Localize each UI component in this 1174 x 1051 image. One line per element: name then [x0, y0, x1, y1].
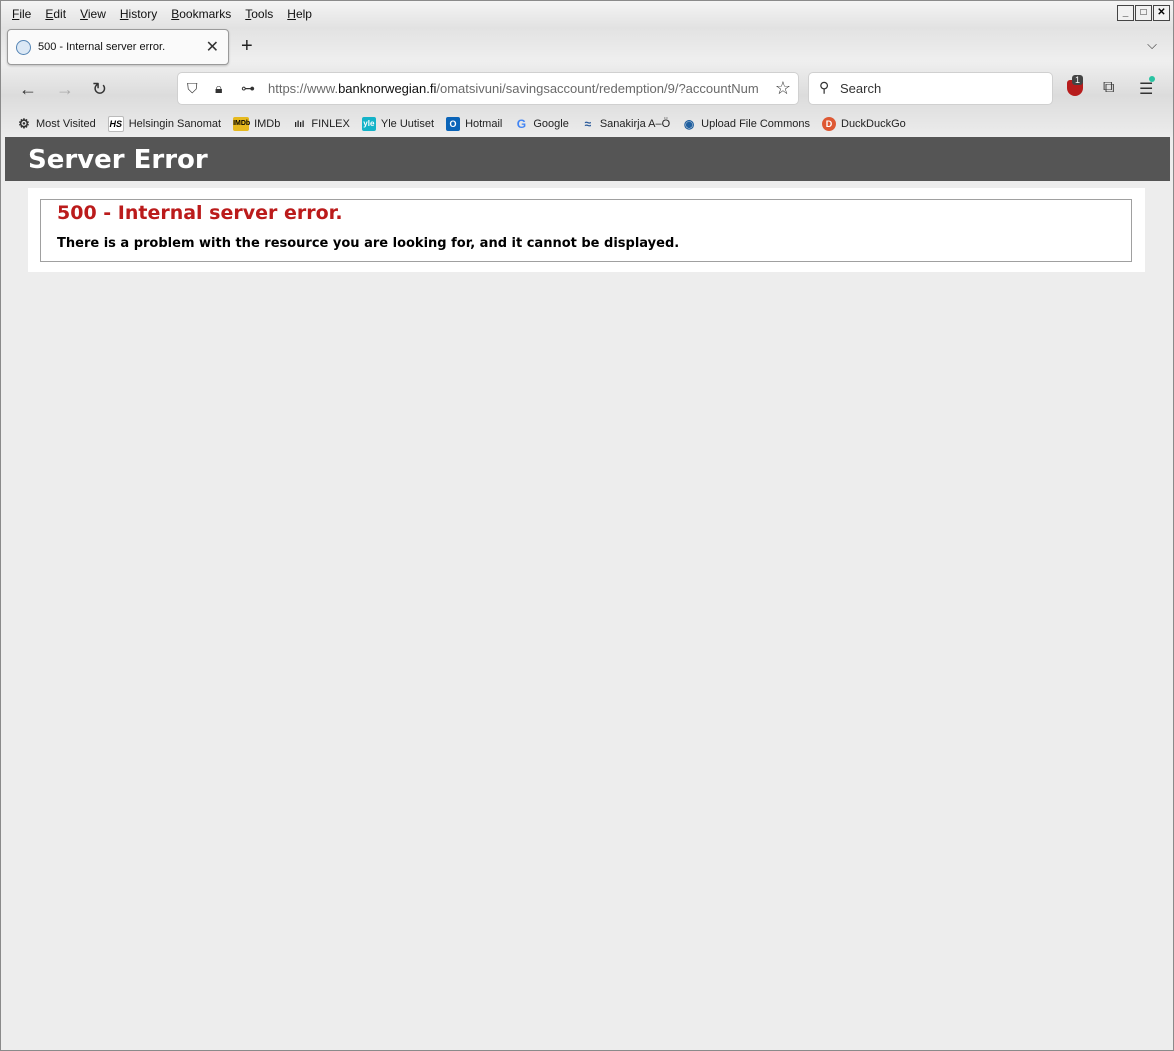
bookmark-helsingin-sanomat[interactable]: HS Helsingin Sanomat	[107, 116, 221, 132]
google-icon: G	[516, 117, 527, 131]
list-all-tabs-chevron-down-icon[interactable]: ⌵	[1147, 37, 1157, 53]
window-controls: _ □ ✕	[1117, 5, 1170, 21]
minimize-button[interactable]: _	[1117, 5, 1134, 21]
forward-arrow-icon[interactable]: →	[56, 79, 74, 100]
page-title: Server Error	[28, 145, 208, 175]
error-title: 500 - Internal server error.	[57, 202, 343, 224]
extensions-puzzle-icon[interactable]: ⧉	[1103, 79, 1114, 97]
tab-title: 500 - Internal server error.	[38, 41, 166, 53]
app-menu-hamburger-icon[interactable]: ☰	[1139, 76, 1155, 99]
tab-close-icon[interactable]: ✕	[206, 37, 219, 57]
update-dot	[1149, 76, 1155, 82]
menu-file[interactable]: File	[5, 5, 38, 25]
menu-edit[interactable]: Edit	[38, 5, 73, 25]
tracking-protection-shield-icon[interactable]: ⛉	[187, 80, 198, 97]
bookmark-google[interactable]: G Google	[514, 116, 569, 132]
bookmark-finlex[interactable]: ılıl FINLEX	[292, 116, 350, 132]
bookmark-imdb[interactable]: IMDb IMDb	[233, 116, 280, 132]
imdb-icon: IMDb	[233, 117, 250, 131]
back-arrow-icon[interactable]: ←	[19, 79, 37, 100]
new-tab-button[interactable]: +	[241, 35, 253, 58]
error-panel: 500 - Internal server error. There is a …	[28, 188, 1145, 272]
bookmark-yle-uutiset[interactable]: yle Yle Uutiset	[361, 116, 434, 132]
address-bar[interactable]: ⛉ 🔒︎ ⊶ https://www.banknorwegian.fi/omat…	[178, 73, 798, 104]
yle-icon: yle	[361, 117, 376, 131]
bookmark-star-icon[interactable]: ☆	[775, 78, 791, 99]
menu-view[interactable]: View	[73, 5, 113, 25]
bookmark-upload-file-commons[interactable]: ◉ Upload File Commons	[682, 116, 810, 132]
search-placeholder: Search	[840, 81, 882, 96]
reload-icon[interactable]: ↻	[92, 79, 107, 100]
menu-bookmarks[interactable]: Bookmarks	[164, 5, 238, 25]
error-header-bar: Server Error	[5, 137, 1170, 181]
menu-help[interactable]: Help	[280, 5, 319, 25]
sanakirja-icon: ≈	[584, 117, 592, 131]
finlex-icon: ılıl	[294, 119, 305, 129]
menu-tools[interactable]: Tools	[238, 5, 280, 25]
outlook-icon: O	[446, 117, 461, 131]
menu-bar: File Edit View History Bookmarks Tools H…	[5, 5, 319, 25]
ublock-extension-icon[interactable]: 1	[1067, 75, 1084, 96]
search-icon: ⚲	[819, 79, 830, 95]
active-tab[interactable]: 500 - Internal server error. ✕	[7, 29, 229, 65]
browser-chrome: File Edit View History Bookmarks Tools H…	[1, 1, 1173, 136]
error-message: There is a problem with the resource you…	[57, 236, 680, 251]
menu-history[interactable]: History	[113, 5, 164, 25]
tab-favicon-icon	[16, 40, 31, 55]
lock-icon[interactable]: 🔒︎	[215, 80, 222, 97]
page-content: Server Error 500 - Internal server error…	[5, 137, 1170, 1050]
permissions-icon[interactable]: ⊶	[241, 80, 255, 97]
browser-window: File Edit View History Bookmarks Tools H…	[0, 0, 1174, 1051]
bookmark-most-visited[interactable]: ⚙ Most Visited	[17, 116, 96, 132]
bookmark-duckduckgo[interactable]: D DuckDuckGo	[822, 116, 906, 132]
search-bar[interactable]: ⚲ Search	[809, 73, 1052, 104]
maximize-button[interactable]: □	[1135, 5, 1152, 21]
bookmark-sanakirja[interactable]: ≈ Sanakirja A–Ö	[581, 116, 671, 132]
extension-badge: 1	[1072, 75, 1084, 85]
url-text[interactable]: https://www.banknorwegian.fi/omatsivuni/…	[268, 81, 768, 96]
url-domain: banknorwegian.fi	[338, 81, 437, 96]
duckduckgo-icon: D	[822, 117, 836, 131]
bookmark-hotmail[interactable]: O Hotmail	[446, 116, 502, 132]
bookmarks-toolbar: ⚙ Most Visited HS Helsingin Sanomat IMDb…	[17, 116, 918, 132]
hs-icon: HS	[107, 116, 124, 132]
close-window-button[interactable]: ✕	[1153, 5, 1170, 21]
commons-icon: ◉	[683, 117, 695, 131]
gear-icon: ⚙	[18, 116, 30, 131]
error-box: 500 - Internal server error. There is a …	[40, 199, 1132, 262]
